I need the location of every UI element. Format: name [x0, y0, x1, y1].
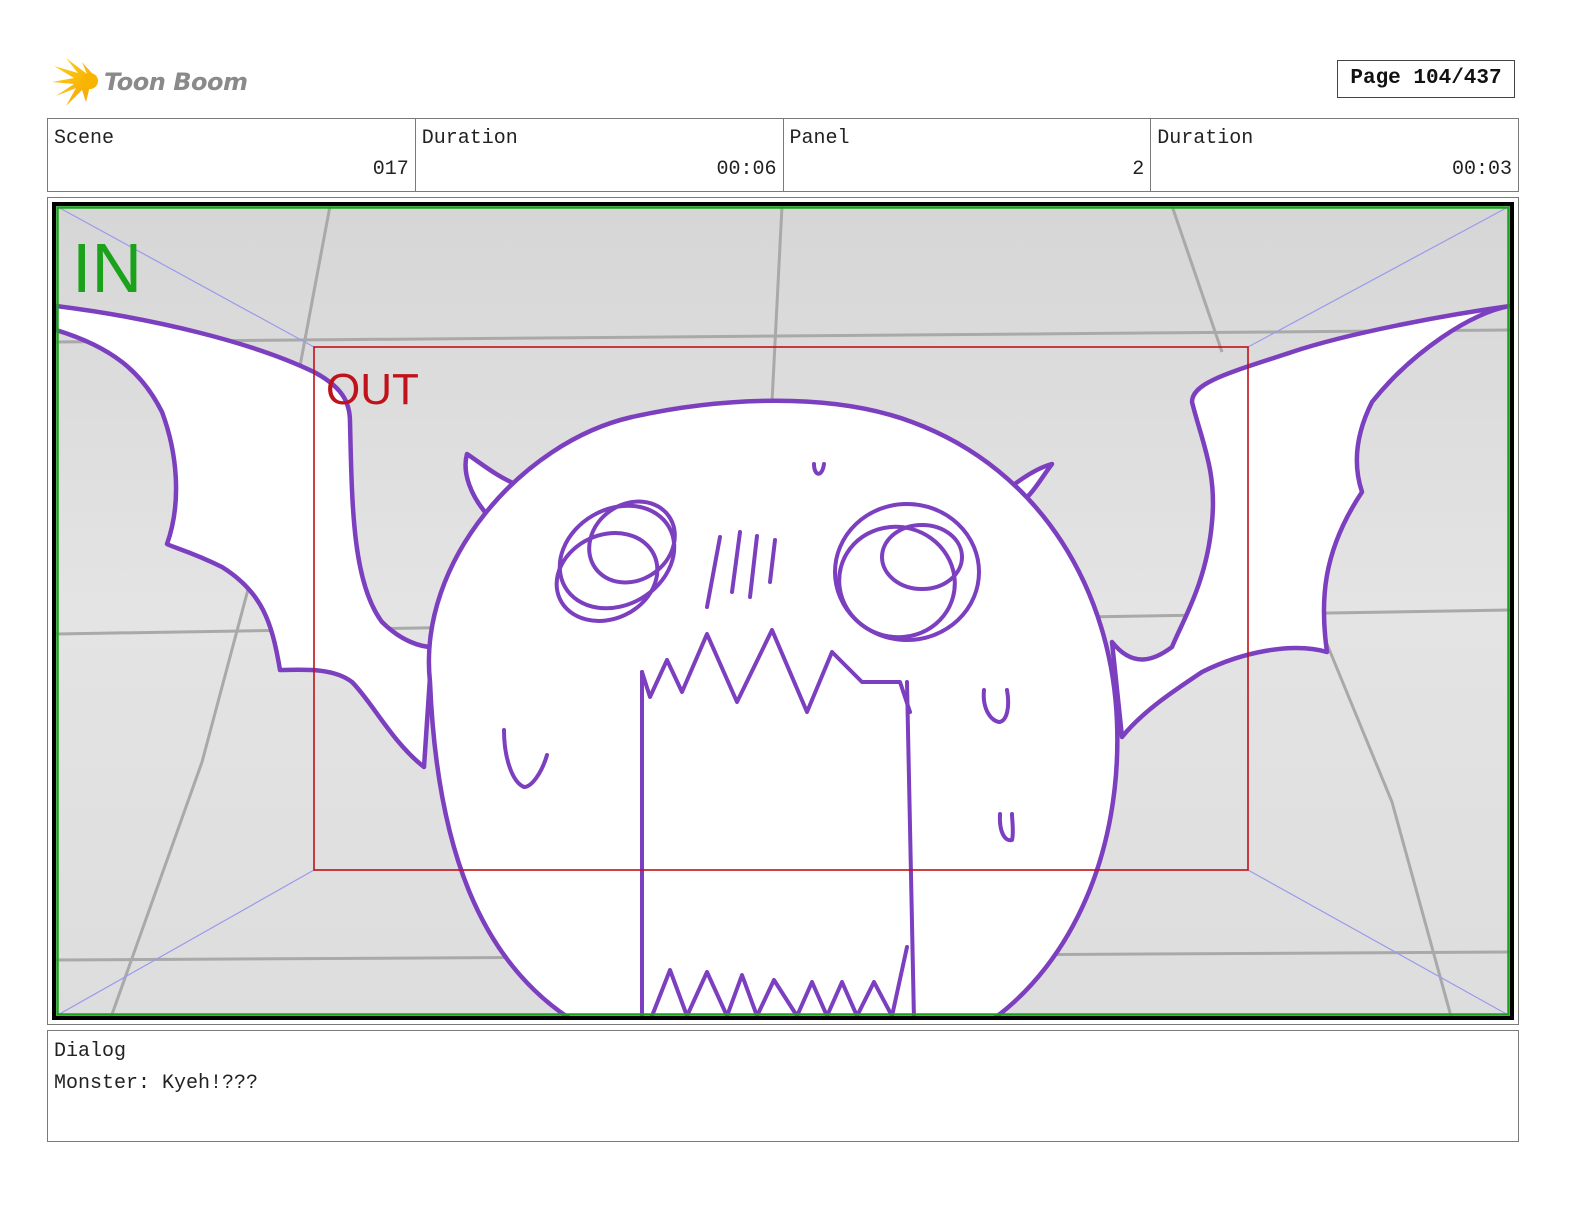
out-label: OUT [326, 365, 419, 414]
panel-duration-cell: Duration 00:03 [1151, 119, 1518, 191]
dialog-box: Dialog Monster: Kyeh!??? [47, 1030, 1519, 1142]
panel-duration-label: Duration [1157, 127, 1254, 150]
panel-artwork: OUT IN [52, 202, 1514, 1020]
scene-value: 017 [372, 158, 409, 181]
scene-cell: Scene 017 [48, 119, 416, 191]
panel-info-row: Scene 017 Duration 00:06 Panel 2 Duratio… [47, 118, 1519, 192]
panel-duration-value: 00:03 [1451, 158, 1512, 181]
page-indicator: Page 104/437 [1337, 60, 1515, 98]
panel-label: Panel [789, 127, 850, 150]
panel-cell: Panel 2 [784, 119, 1152, 191]
logo-text: Toon Boom [104, 68, 248, 96]
scene-duration-cell: Duration 00:06 [416, 119, 784, 191]
scene-label: Scene [54, 127, 115, 150]
panel-value: 2 [1132, 158, 1145, 181]
toon-boom-logo: Toon Boom [52, 56, 252, 108]
dialog-text: Monster: Kyeh!??? [54, 1072, 259, 1095]
in-label: IN [72, 229, 142, 307]
scene-duration-value: 00:06 [716, 158, 777, 181]
starburst-icon [52, 58, 98, 106]
storyboard-panel: OUT IN [47, 197, 1519, 1025]
scene-duration-label: Duration [421, 127, 518, 150]
dialog-label: Dialog [54, 1040, 127, 1063]
